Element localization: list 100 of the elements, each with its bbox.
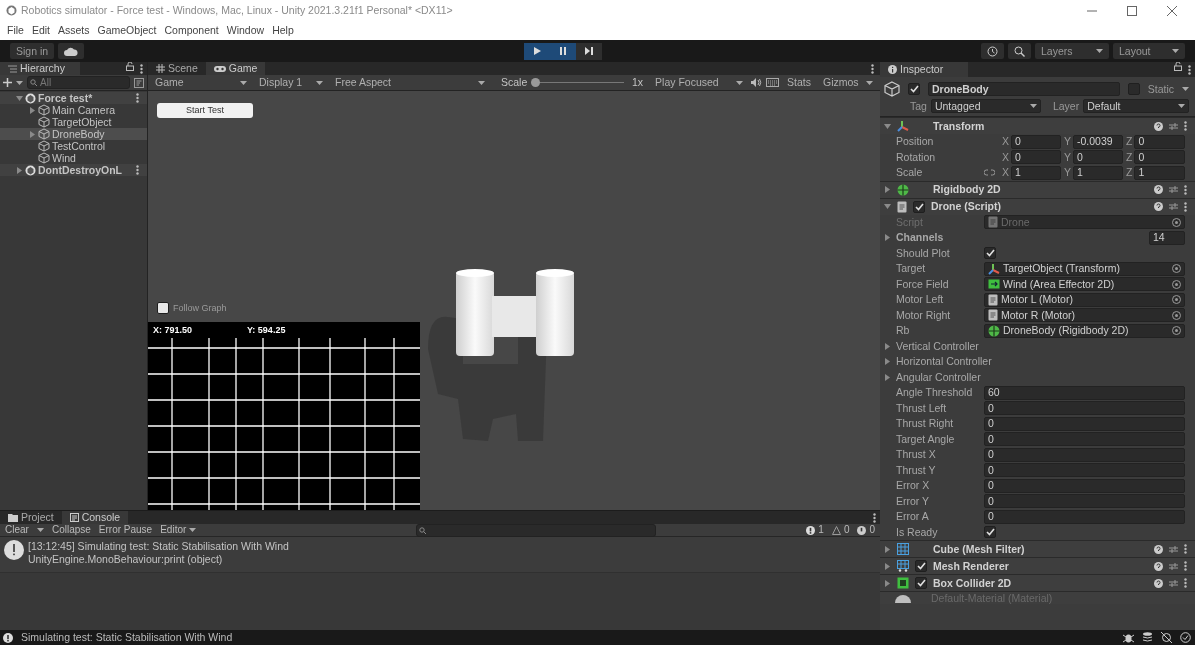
presets-icon[interactable] xyxy=(1169,578,1178,588)
number-field[interactable]: 0 xyxy=(984,463,1185,478)
search-button[interactable] xyxy=(1008,43,1031,59)
more-options-icon[interactable] xyxy=(1184,578,1187,588)
hierarchy-tab[interactable]: Hierarchy xyxy=(0,62,80,75)
expand-arrow-icon[interactable] xyxy=(884,234,891,242)
checkbox[interactable] xyxy=(915,560,927,572)
pause-button[interactable] xyxy=(549,42,576,60)
checkbox[interactable] xyxy=(913,200,925,213)
more-options-icon[interactable] xyxy=(1188,65,1191,75)
tag-dropdown[interactable]: Untagged xyxy=(930,99,1041,113)
add-icon[interactable] xyxy=(3,78,12,87)
tree-item[interactable]: DroneBody xyxy=(0,128,147,140)
lock-icon[interactable] xyxy=(126,62,134,71)
number-field[interactable]: 0 xyxy=(984,432,1185,447)
number-field[interactable]: 60 xyxy=(984,385,1185,400)
foldout[interactable]: Angular Controller xyxy=(884,370,1185,384)
number-field[interactable]: 0 xyxy=(984,447,1185,462)
checkbox[interactable] xyxy=(1127,83,1140,95)
aspect-dropdown[interactable]: Free Aspect xyxy=(331,75,489,90)
help-icon[interactable] xyxy=(1154,561,1163,571)
checkbox[interactable] xyxy=(908,83,920,95)
log-filter-button[interactable]: 0 xyxy=(854,524,878,536)
more-options-icon[interactable] xyxy=(873,513,876,523)
tree-item[interactable]: Force test* xyxy=(0,92,147,104)
clear-button[interactable]: Clear xyxy=(2,524,32,536)
history-button[interactable] xyxy=(981,43,1004,59)
view-tab[interactable]: Scene xyxy=(148,62,206,75)
cloud-button[interactable] xyxy=(58,43,85,59)
log-filter-button[interactable]: 0 xyxy=(828,524,853,536)
expand-arrow-icon[interactable] xyxy=(16,94,23,102)
component-header[interactable]: Transform xyxy=(880,117,1195,134)
expand-arrow-icon[interactable] xyxy=(884,186,891,193)
expand-arrow-icon[interactable] xyxy=(884,203,891,210)
number-field[interactable]: 1 xyxy=(1134,165,1185,180)
number-field[interactable]: 0 xyxy=(984,509,1185,524)
database-icon[interactable] xyxy=(1142,632,1153,643)
foldout[interactable]: Horizontal Controller xyxy=(884,355,1185,369)
number-field[interactable]: 0 xyxy=(1011,150,1061,165)
menu-item[interactable]: GameObject xyxy=(94,23,160,38)
check-circle-icon[interactable] xyxy=(1180,632,1191,643)
tree-item[interactable]: TargetObject xyxy=(0,116,147,128)
number-field[interactable]: 0 xyxy=(1134,134,1185,149)
object-field[interactable]: Motor L (Motor) xyxy=(984,292,1185,307)
close-icon[interactable] xyxy=(1167,5,1177,16)
menu-item[interactable]: Edit xyxy=(28,23,53,38)
expand-arrow-icon[interactable] xyxy=(884,358,891,366)
stats-button[interactable]: Stats xyxy=(783,75,815,90)
presets-icon[interactable] xyxy=(1169,202,1178,211)
number-field[interactable]: 0 xyxy=(984,478,1185,493)
number-field[interactable]: 0 xyxy=(984,401,1185,416)
menu-item[interactable]: Component xyxy=(161,23,222,38)
lock-icon[interactable] xyxy=(1174,62,1182,71)
expand-arrow-icon[interactable] xyxy=(884,373,891,381)
expand-arrow-icon[interactable] xyxy=(884,122,891,130)
help-icon[interactable] xyxy=(1154,544,1163,554)
expand-arrow-icon[interactable] xyxy=(884,545,891,553)
presets-icon[interactable] xyxy=(1169,544,1178,554)
maximize-icon[interactable] xyxy=(1127,5,1137,16)
console-tab[interactable]: Console xyxy=(61,511,129,524)
number-field[interactable]: -0.0039 xyxy=(1073,134,1123,149)
start-test-button[interactable]: Start Test xyxy=(157,103,253,118)
number-field[interactable]: 0 xyxy=(984,494,1185,509)
collapse-button[interactable]: Collapse xyxy=(48,524,94,536)
audio-icon[interactable] xyxy=(751,78,763,87)
view-tab[interactable]: Game xyxy=(205,62,266,75)
more-options-icon[interactable] xyxy=(1184,121,1187,131)
expand-arrow-icon[interactable] xyxy=(29,106,36,114)
expand-arrow-icon[interactable] xyxy=(884,579,891,587)
filter-icon[interactable] xyxy=(134,77,144,88)
layer-dropdown[interactable]: Default xyxy=(1083,99,1189,113)
display-dropdown[interactable]: Display 1 xyxy=(255,75,327,90)
step-button[interactable] xyxy=(575,42,602,60)
tree-item[interactable]: TestControl xyxy=(0,140,147,152)
number-field[interactable]: 0 xyxy=(1011,134,1061,149)
more-options-icon[interactable] xyxy=(1184,201,1187,212)
component-header[interactable]: Cube (Mesh Filter) xyxy=(880,540,1195,557)
checkbox[interactable] xyxy=(984,247,996,260)
keyboard-icon[interactable] xyxy=(766,78,780,87)
expand-arrow-icon[interactable] xyxy=(884,562,891,570)
play-focused-dropdown[interactable]: Play Focused xyxy=(651,75,748,90)
number-field[interactable]: 0 xyxy=(1073,150,1123,165)
presets-icon[interactable] xyxy=(1169,185,1178,194)
sign-in-button[interactable]: Sign in xyxy=(10,43,55,59)
menu-item[interactable]: Help xyxy=(269,23,297,38)
component-header[interactable]: Mesh Renderer xyxy=(880,557,1195,574)
object-field[interactable]: DroneBody (Rigidbody 2D) xyxy=(984,323,1185,338)
object-field[interactable]: Motor R (Motor) xyxy=(984,308,1185,323)
more-options-icon[interactable] xyxy=(1184,184,1187,195)
more-options-icon[interactable] xyxy=(140,64,143,74)
help-icon[interactable] xyxy=(1154,185,1163,194)
console-tab[interactable]: Project xyxy=(0,511,62,524)
mode-dropdown[interactable]: Game xyxy=(151,75,251,90)
editor-dropdown[interactable]: Editor xyxy=(157,524,200,536)
more-options-icon[interactable] xyxy=(136,93,139,103)
checkbox[interactable] xyxy=(984,526,996,539)
slider-thumb[interactable] xyxy=(531,78,541,87)
play-button[interactable] xyxy=(523,42,550,60)
expand-arrow-icon[interactable] xyxy=(884,342,891,350)
presets-icon[interactable] xyxy=(1169,561,1178,571)
